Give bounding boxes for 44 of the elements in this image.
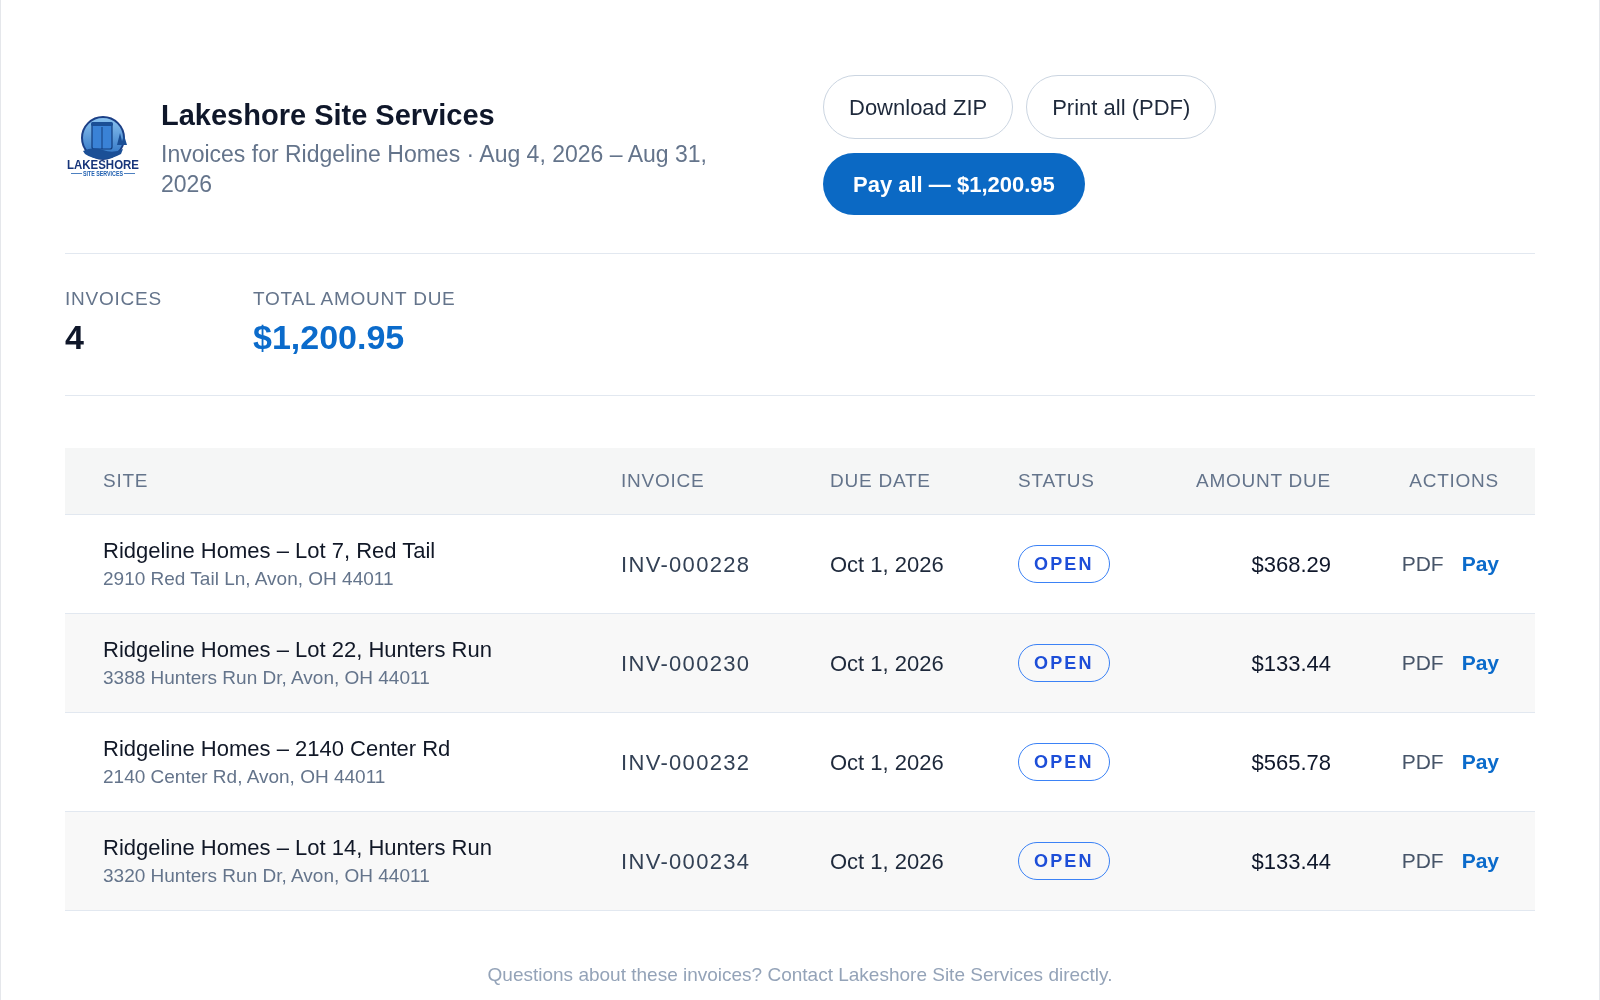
column-header: AMOUNT DUE [1196, 468, 1331, 493]
invoice-period: Invoices for Ridgeline Homes · Aug 4, 2026 – Aug 31, 2026 [161, 140, 708, 199]
invoice-number: INV-000232 [621, 748, 751, 777]
footer-note: Questions about these invoices? Contact Lakeshore Site Services directly. [486, 963, 1114, 987]
site-name: Ridgeline Homes – 2140 Center Rd [103, 735, 451, 763]
due-date: Oct 1, 2026 [830, 847, 944, 876]
site-address: 2140 Center Rd, Avon, OH 44011 [103, 765, 386, 789]
site-address: 2910 Red Tail Ln, Avon, OH 44011 [103, 567, 394, 591]
pdf-link[interactable]: PDF [1401, 845, 1444, 877]
stat-value: 4 [65, 317, 84, 358]
pay-link[interactable]: Pay [1461, 647, 1499, 679]
amount-due: $133.44 [1251, 847, 1331, 876]
stat-value: $1,200.95 [253, 317, 405, 358]
stat-label: INVOICES [65, 287, 163, 311]
invoice-number: INV-000230 [621, 649, 751, 678]
site-address: 3320 Hunters Run Dr, Avon, OH 44011 [103, 864, 430, 888]
outline-button[interactable]: Download ZIP [823, 75, 1014, 139]
invoice-number: INV-000234 [621, 847, 751, 876]
company-name: Lakeshore Site Services [161, 98, 496, 133]
site-name: Ridgeline Homes – Lot 22, Hunters Run [103, 636, 492, 664]
column-header: SITE [103, 468, 149, 493]
pdf-link[interactable]: PDF [1401, 647, 1444, 679]
due-date: Oct 1, 2026 [830, 748, 944, 777]
pay-all-button[interactable]: Pay all — $1,200.95 [823, 153, 1085, 215]
site-name: Ridgeline Homes – Lot 14, Hunters Run [103, 834, 492, 862]
amount-due: $368.29 [1251, 550, 1331, 579]
amount-due: $565.78 [1251, 748, 1331, 777]
column-header: STATUS [1018, 468, 1095, 493]
pay-link[interactable]: Pay [1461, 845, 1499, 877]
invoice-number: INV-000228 [621, 550, 751, 579]
column-header: DUE DATE [830, 468, 931, 493]
amount-due: $133.44 [1251, 649, 1331, 678]
due-date: Oct 1, 2026 [830, 649, 944, 678]
column-header: INVOICE [621, 468, 705, 493]
pdf-link[interactable]: PDF [1401, 548, 1444, 580]
site-address: 3388 Hunters Run Dr, Avon, OH 44011 [103, 666, 430, 690]
column-header: ACTIONS [1409, 468, 1499, 493]
due-date: Oct 1, 2026 [830, 550, 944, 579]
stat-label: TOTAL AMOUNT DUE [253, 287, 456, 311]
pay-link[interactable]: Pay [1461, 746, 1499, 778]
site-name: Ridgeline Homes – Lot 7, Red Tail [103, 537, 436, 565]
pay-link[interactable]: Pay [1461, 548, 1499, 580]
outline-button[interactable]: Print all (PDF) [1026, 75, 1217, 139]
pdf-link[interactable]: PDF [1401, 746, 1444, 778]
